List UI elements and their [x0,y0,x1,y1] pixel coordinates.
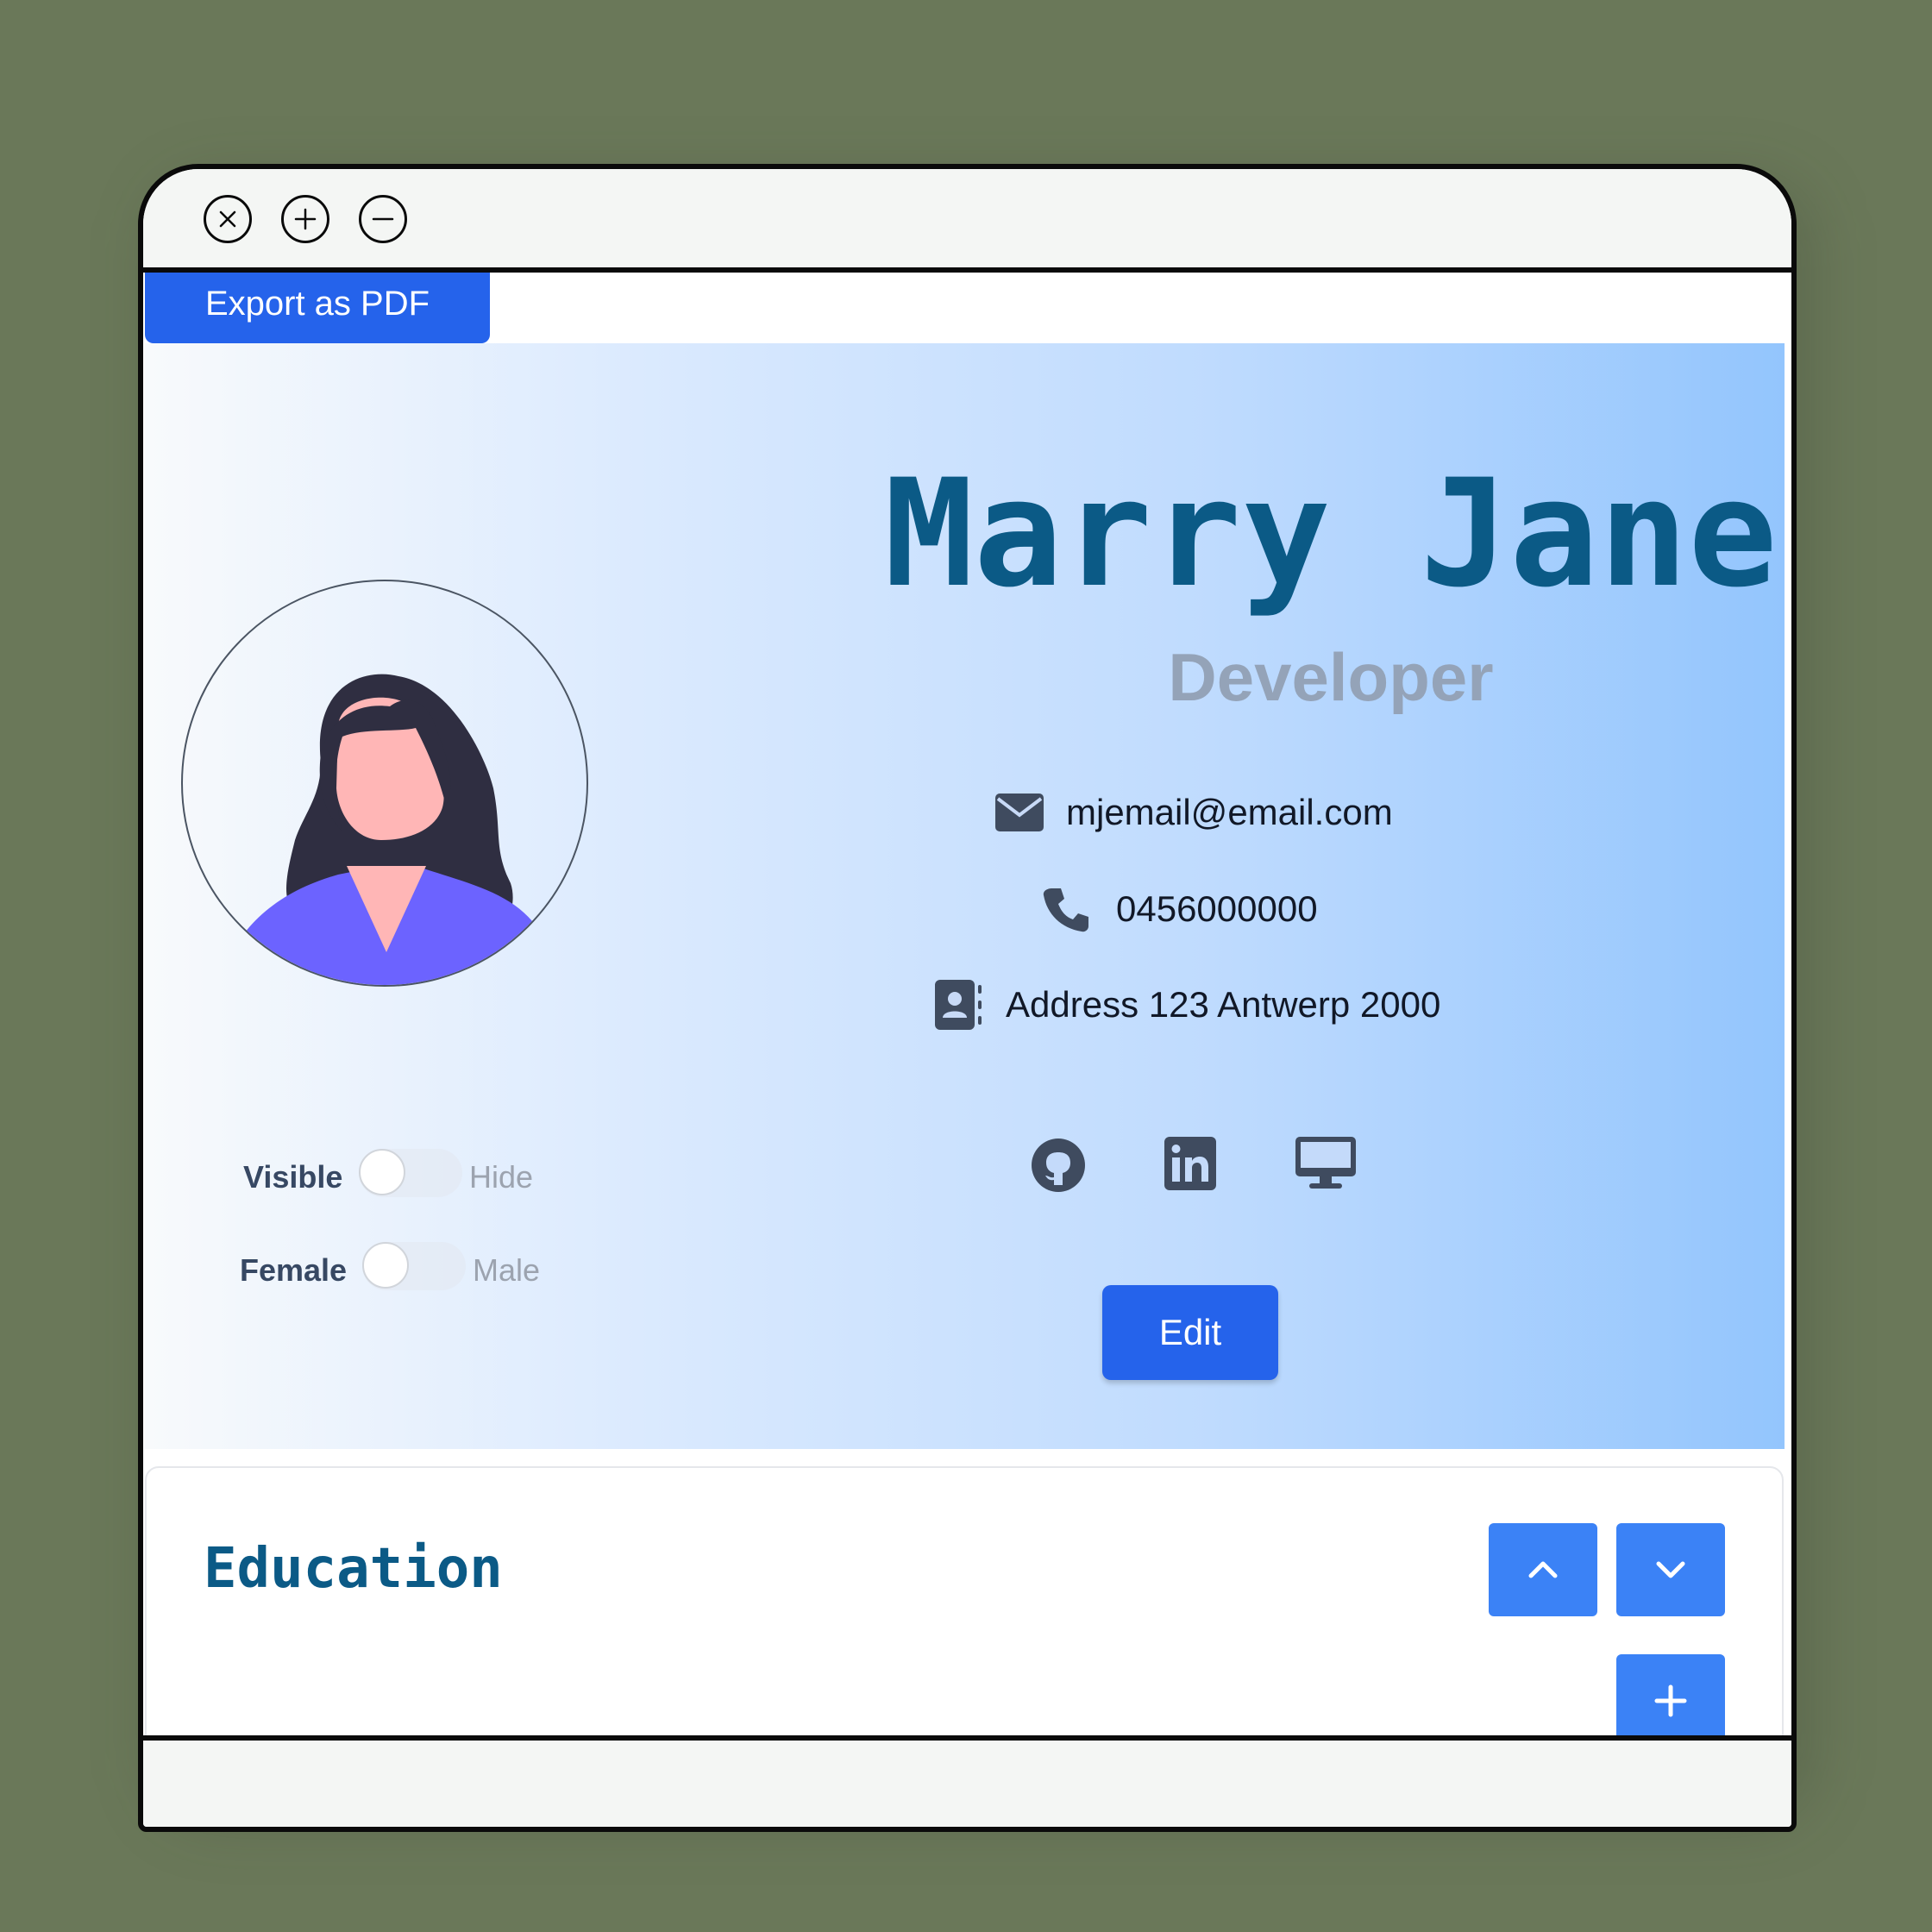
male-label: Male [473,1252,541,1288]
gender-toggle-row: Female Male [145,1242,662,1294]
toggle-knob [362,1242,409,1289]
close-icon [219,210,236,228]
minus-icon [372,217,394,221]
visibility-toggle[interactable] [359,1149,462,1197]
email-text: mjemail@email.com [1066,792,1393,832]
page-content: Visible Hide Female Male Marry Jane Deve… [143,273,1791,1741]
address-book-icon [935,980,982,1030]
export-pdf-button[interactable]: Export as PDF [145,273,490,343]
visible-label: Visible [243,1159,343,1195]
woman-avatar-illustration [218,674,553,985]
female-label: Female [240,1252,348,1288]
chevron-up-icon [1528,1561,1558,1578]
profile-header: Visible Hide Female Male Marry Jane Deve… [145,343,1785,1449]
move-up-button[interactable] [1489,1523,1597,1616]
education-section: Education [145,1466,1784,1741]
phone-row: 0456000000 [1042,885,1318,933]
app-window: Visible Hide Female Male Marry Jane Deve… [138,164,1797,1832]
address-text: Address 123 Antwerp 2000 [1006,984,1441,1025]
envelope-icon [995,794,1044,831]
linkedin-icon [1164,1137,1216,1190]
avatar [181,580,588,987]
minimize-button[interactable] [359,195,407,243]
window-footer [143,1735,1791,1827]
title-bar [143,169,1791,273]
gender-toggle[interactable] [362,1242,466,1290]
edit-button[interactable]: Edit [1102,1285,1278,1380]
plus-icon [1654,1684,1687,1717]
toggle-knob [359,1149,405,1195]
phone-text: 0456000000 [1116,888,1318,929]
desktop-icon [1295,1137,1356,1189]
hide-label: Hide [469,1159,534,1195]
chevron-down-icon [1656,1561,1685,1578]
phone-icon [1043,888,1088,932]
profile-role: Developer [1168,639,1494,715]
plus-icon [294,208,317,230]
add-education-button[interactable] [1616,1654,1725,1741]
github-link[interactable] [1030,1137,1087,1198]
github-icon [1032,1138,1085,1192]
close-button[interactable] [204,195,252,243]
visibility-toggle-row: Visible Hide [145,1149,662,1201]
address-row: Address 123 Antwerp 2000 [935,980,1440,1030]
profile-name: Marry Jane [884,447,1778,620]
linkedin-link[interactable] [1164,1137,1216,1195]
maximize-button[interactable] [281,195,329,243]
email-row: mjemail@email.com [995,792,1393,833]
education-title: Education [204,1537,503,1601]
move-down-button[interactable] [1616,1523,1725,1616]
website-link[interactable] [1295,1137,1356,1195]
